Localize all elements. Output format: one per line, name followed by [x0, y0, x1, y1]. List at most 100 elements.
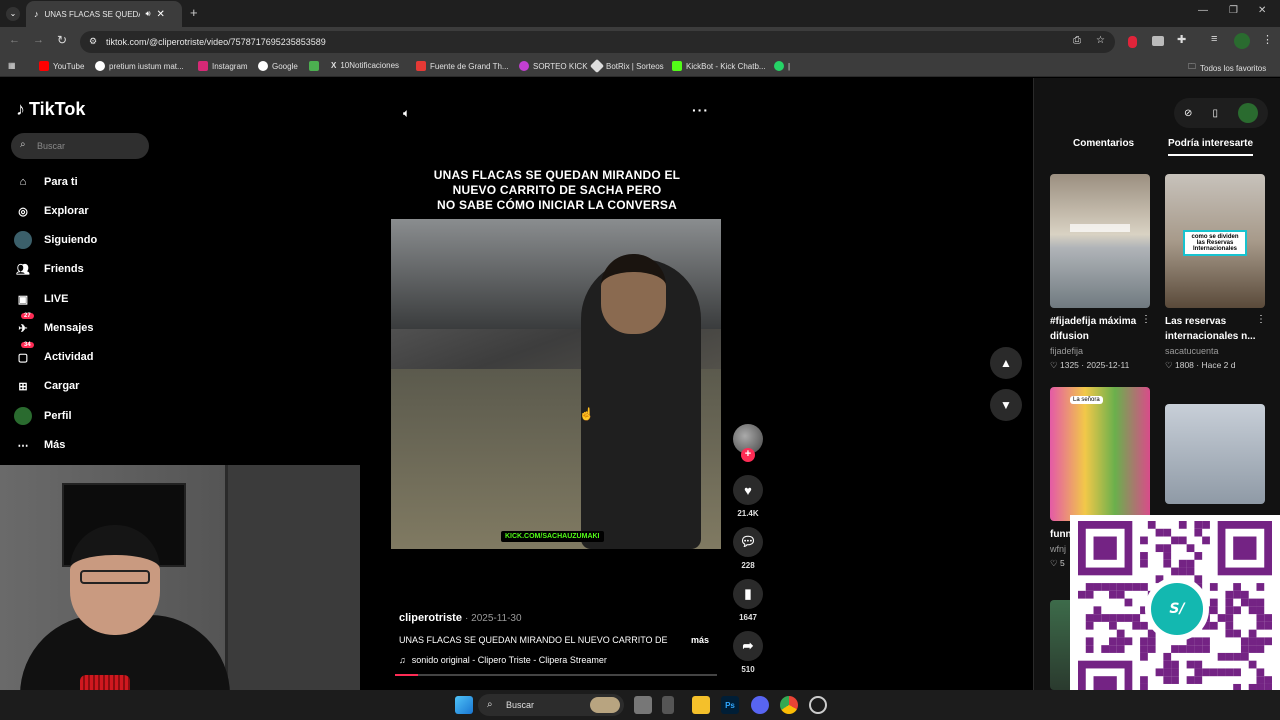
video-more-options-icon[interactable]: ··· [692, 102, 709, 118]
file-explorer-icon[interactable] [692, 696, 710, 714]
window-close-button[interactable]: ✕ [1258, 5, 1266, 16]
tab-might-interest[interactable]: Podría interesarte [1168, 138, 1254, 156]
back-button[interactable]: ← [9, 34, 20, 46]
video-progress-bar[interactable] [395, 674, 717, 676]
card-options-icon[interactable]: ⋮ [1141, 314, 1151, 325]
thumb-caption: La señora [1070, 396, 1103, 404]
qr-module [1178, 521, 1187, 529]
coins-icon[interactable]: ⊘ [1184, 108, 1192, 119]
reading-list-icon[interactable]: ≡ [1211, 33, 1217, 45]
qr-module [1248, 598, 1257, 607]
recommended-card[interactable] [1165, 404, 1265, 504]
browser-tab-strip: ⌄ ♪ UNAS FLACAS SE QUEDAN 🔊︎ ✕ + — ❐ ✕ [0, 0, 1280, 27]
sidebar-item-explorar[interactable]: ◎ Explorar [14, 201, 88, 221]
search-input[interactable]: ⌕ Buscar [11, 133, 149, 159]
sidebar-item-siguiendo[interactable]: Siguiendo [14, 230, 97, 250]
bookmark-instagram[interactable]: Instagram [198, 61, 248, 71]
browser-tab[interactable]: ♪ UNAS FLACAS SE QUEDAN 🔊︎ ✕ [26, 1, 182, 27]
qr-module [1109, 645, 1117, 653]
qr-module [1124, 614, 1133, 622]
sidebar-item-mensajes[interactable]: ✈ 27 Mensajes [14, 313, 94, 338]
bookmark-sorteo-kick[interactable]: SORTEO KICK [519, 61, 588, 71]
tab-close-icon[interactable]: ✕ [157, 9, 165, 20]
all-bookmarks-folder[interactable]: 🗀︎ Todos los favoritos [1188, 61, 1266, 75]
qr-module [1085, 637, 1094, 646]
save-button[interactable]: ▮ 1647 [733, 579, 763, 622]
app-icon[interactable] [662, 696, 674, 714]
like-button[interactable]: ♥ 21.4K [733, 475, 763, 518]
tab-search-icon[interactable]: ⌄ [6, 7, 20, 21]
address-bar[interactable]: ⚙ tiktok.com/@cliperotriste/video/757871… [80, 31, 1115, 53]
profile-avatar-icon[interactable] [1234, 33, 1250, 49]
bookmark-fuente[interactable]: Fuente de Grand Th... [416, 61, 509, 71]
bookmark-icon: ▮ [733, 579, 763, 609]
next-video-button[interactable]: ▼ [990, 389, 1022, 421]
bookmark-pretium[interactable]: pretium iustum mat... [95, 61, 184, 71]
bookmark-google[interactable]: Google [258, 61, 298, 71]
sidebar-item-perfil[interactable]: Perfil [14, 406, 72, 426]
qr-module [1155, 544, 1164, 553]
site-info-icon[interactable]: ⚙ [89, 36, 97, 47]
share-button[interactable]: ➦ 510 [733, 631, 763, 674]
recommended-card[interactable]: #fijadefija máxima difusion fijadefija ♡… [1050, 174, 1150, 371]
forward-button[interactable]: → [33, 34, 44, 46]
minimize-button[interactable]: — [1198, 5, 1208, 16]
video-player[interactable]: KICK.COM/SACHAUZUMAKI [391, 219, 721, 549]
video-author-line[interactable]: cliperotriste · 2025-11-30 [399, 612, 522, 624]
volume-icon[interactable]: 🔈︎ [403, 106, 410, 121]
sidebar-item-live[interactable]: ▣ LIVE [14, 289, 69, 309]
photoshop-icon[interactable]: Ps [721, 696, 739, 714]
taskbar-search[interactable]: ⌕ Buscar [478, 694, 624, 716]
chrome-menu-icon[interactable]: ⋮ [1262, 33, 1273, 46]
qr-module [1147, 637, 1156, 646]
url-text: tiktok.com/@cliperotriste/video/75787176… [106, 37, 326, 47]
restore-button[interactable]: ❐ [1229, 5, 1238, 16]
card-user: sacatucuenta [1165, 346, 1219, 356]
qr-module [1132, 614, 1141, 622]
recommended-card[interactable]: como se dividen las Reservas Internacion… [1165, 174, 1265, 371]
app-notification-icon[interactable] [809, 696, 827, 714]
author-name[interactable]: cliperotriste [399, 612, 462, 624]
sidebar-item-friends[interactable]: 👥︎ Friends [14, 259, 84, 279]
follow-plus-button[interactable]: + [741, 448, 755, 462]
comment-button[interactable]: 💬︎ 228 [733, 527, 763, 570]
card-options-icon[interactable]: ⋮ [1256, 314, 1266, 325]
sidebar-item-actividad[interactable]: ▢ 34 Actividad [14, 342, 94, 367]
extensions-puzzle-icon[interactable]: ✚ [1177, 33, 1186, 46]
bookmark-botrix[interactable]: BotRix | Sorteos [589, 58, 664, 74]
audio-playing-icon[interactable]: 🔊︎ [146, 9, 151, 19]
previous-video-button[interactable]: ▲ [990, 347, 1022, 379]
sidebar-item-mas[interactable]: ⋯ Más [14, 435, 66, 455]
windows-start-icon[interactable] [455, 696, 473, 714]
task-view-icon[interactable] [634, 696, 652, 714]
bookmark-kickbot[interactable]: KickBot - Kick Chatb... [672, 61, 766, 71]
qr-module [1194, 575, 1203, 584]
apps-grid-icon[interactable]: ▦ [8, 61, 16, 70]
device-icon[interactable]: ▯ [1212, 108, 1218, 119]
tab-comments[interactable]: Comentarios [1073, 138, 1134, 154]
description-more-button[interactable]: más [691, 635, 709, 645]
extension-icon[interactable] [1152, 36, 1164, 46]
new-tab-button[interactable]: + [190, 5, 198, 20]
sound-link[interactable]: ♫ sonido original - Clipero Triste - Cli… [399, 655, 607, 665]
chrome-icon[interactable] [780, 696, 798, 714]
install-app-icon[interactable]: ⎙ [1073, 35, 1081, 46]
qr-module [1116, 590, 1125, 599]
extension-red-icon[interactable] [1128, 36, 1137, 48]
bookmark-whatsapp[interactable]: | [774, 61, 790, 71]
google-icon [95, 61, 105, 71]
reload-button[interactable]: ↻ [57, 33, 67, 47]
tiktok-logo[interactable]: ♪ TikTok [16, 99, 85, 120]
qr-module [1186, 567, 1195, 576]
bookmark-x[interactable]: X 10Notificaciones [331, 61, 399, 70]
user-avatar[interactable] [1237, 103, 1258, 123]
discord-icon[interactable] [751, 696, 769, 714]
sidebar-item-para-ti[interactable]: ⌂ Para ti [14, 172, 78, 192]
bookmark-pinwheel[interactable] [309, 61, 323, 71]
bookmark-youtube[interactable]: YouTube [39, 61, 84, 71]
qr-module [1202, 668, 1210, 677]
sidebar-item-cargar[interactable]: ⊞ Cargar [14, 376, 79, 396]
qr-module [1085, 645, 1094, 653]
bookmark-star-icon[interactable]: ☆ [1096, 35, 1105, 46]
qr-module [1093, 614, 1102, 622]
